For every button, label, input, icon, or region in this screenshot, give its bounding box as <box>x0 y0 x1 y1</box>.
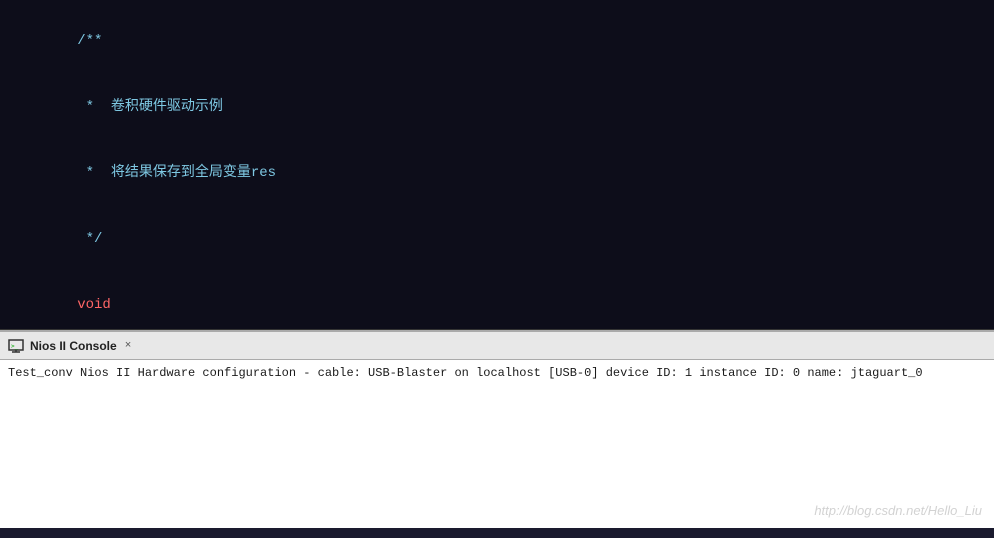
console-header: >_ Nios II Console × <box>0 332 994 360</box>
console-wrapper: >_ Nios II Console × Test_conv Nios II H… <box>0 330 994 526</box>
comment-line3: * 将结果保存到全局变量res <box>77 165 276 181</box>
code-line-2: * 卷积硬件驱动示例 <box>10 74 994 140</box>
console-tab-title: Nios II Console <box>30 339 117 353</box>
svg-text:>_: >_ <box>11 343 19 350</box>
code-line-5: void Conv_HW ( int filter [100][100] , i… <box>10 272 994 330</box>
code-lines: /** * 卷积硬件驱动示例 * 将结果保存到全局变量res */ void <box>0 0 994 330</box>
comment-open: /** <box>77 33 102 49</box>
comment-close: */ <box>77 231 102 247</box>
console-close-button[interactable]: × <box>125 340 132 352</box>
code-line-1: /** <box>10 8 994 74</box>
code-line-3: * 将结果保存到全局变量res <box>10 140 994 206</box>
space1 <box>77 319 85 330</box>
console-body: Test_conv Nios II Hardware configuration… <box>0 360 994 528</box>
nios-console: >_ Nios II Console × Test_conv Nios II H… <box>0 330 994 526</box>
nios-console-icon: >_ <box>8 338 24 354</box>
code-editor: /** * 卷积硬件驱动示例 * 将结果保存到全局变量res */ void <box>0 0 994 330</box>
console-message-1: Test_conv Nios II Hardware configuration… <box>8 364 986 382</box>
code-line-4: */ <box>10 206 994 272</box>
kw-void: void <box>77 297 111 313</box>
comment-line2: * 卷积硬件驱动示例 <box>77 99 223 115</box>
